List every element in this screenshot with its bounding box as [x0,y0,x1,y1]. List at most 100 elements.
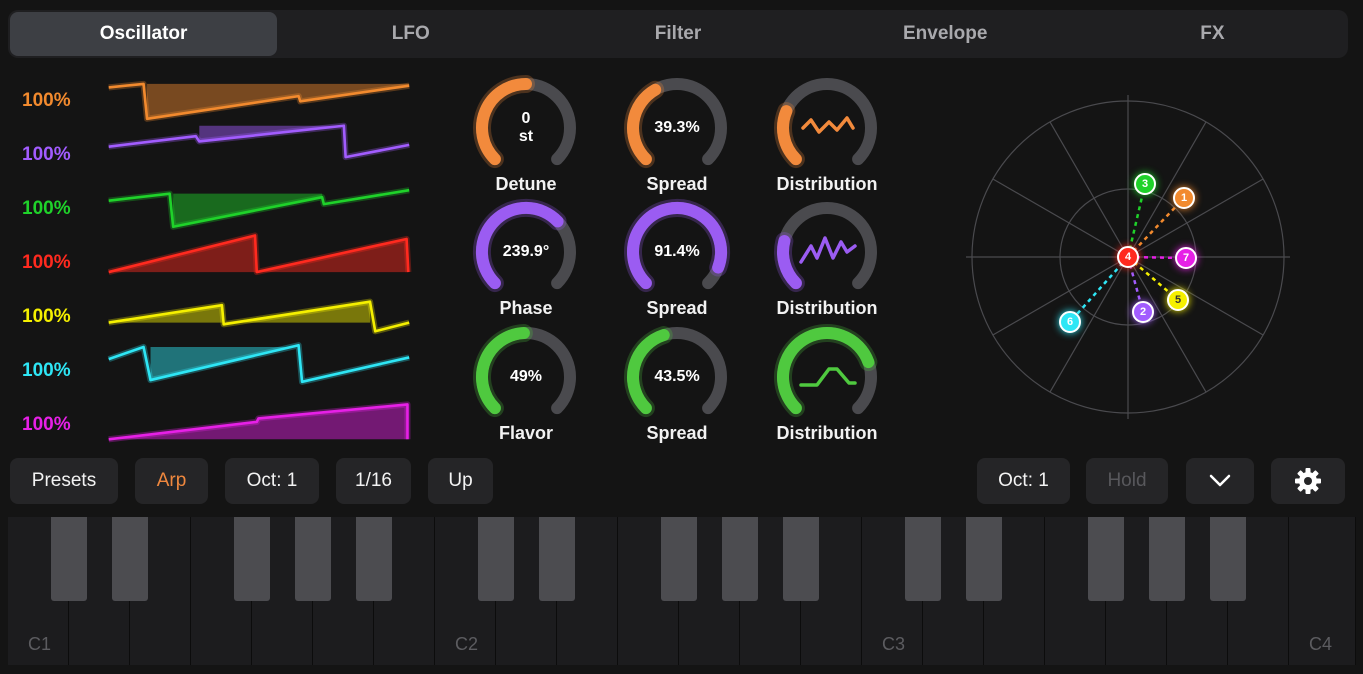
voice-row-2[interactable]: 100% [10,122,450,178]
knob-value: 0st [466,76,586,180]
voice-node-5[interactable]: 5 [1167,289,1189,311]
black-key[interactable] [539,517,575,601]
knob-value [767,200,887,304]
knob-value-text: 239.9° [502,243,550,260]
voice-row-5[interactable]: 100% [10,286,450,340]
knob-value: 239.9° [466,200,586,304]
knob-value-text: 43.5% [654,368,700,385]
knob-distribution-3[interactable]: Distribution [767,76,887,196]
voice-row-3[interactable]: 100% [10,178,450,232]
hold-button[interactable]: Hold [1086,458,1168,504]
voice-node-4[interactable]: 4 [1117,246,1139,268]
voice-level: 100% [22,360,71,381]
knob-spread-5[interactable]: 91.4% Spread [617,199,737,320]
knob-value-text: 39.3% [654,119,700,136]
waveform-icon [108,122,410,161]
waveform-icon [108,80,410,122]
tab-fx[interactable]: FX [1079,12,1346,56]
tab-oscillator[interactable]: Oscillator [10,12,278,56]
knob-value: 91.4% [617,200,737,304]
knob-value [767,76,887,180]
black-key[interactable] [1088,517,1124,601]
knob-value-text: 91.4% [654,243,700,260]
knob-phase-4[interactable]: 239.9° Phase [466,198,586,320]
knob-value-text: 0 [521,110,531,127]
settings-button[interactable] [1271,458,1345,504]
chevron-down-icon [1209,474,1231,487]
octave-label: C2 [455,634,479,654]
knob-flavor-7[interactable]: 49% Flavor [466,324,586,445]
black-key[interactable] [722,517,758,601]
knob-value: 39.3% [617,76,737,180]
piano-keyboard[interactable]: C1 C2 C3 C4 [8,517,1356,665]
arp-octave-button[interactable]: Oct: 1 [225,458,319,504]
knob-spread-8[interactable]: 43.5% Spread [617,325,737,445]
knob-value [767,325,887,429]
knob-label: Spread [646,423,708,443]
voice-node-3[interactable]: 3 [1134,173,1156,195]
tab-filter[interactable]: Filter [544,12,811,56]
tab-bar: Oscillator LFO Filter Envelope FX [8,10,1348,58]
voice-level: 100% [22,198,71,219]
voice-row-4[interactable]: 100% [10,232,450,286]
voice-level: 100% [22,252,71,273]
black-key[interactable] [295,517,331,601]
waveform-icon [107,342,410,385]
tab-lfo[interactable]: LFO [277,12,544,56]
voice-node-2[interactable]: 2 [1132,301,1154,323]
knob-label: Spread [646,298,708,318]
knob-spread-2[interactable]: 39.3% Spread [617,76,737,196]
black-key[interactable] [1149,517,1185,601]
knob-value: 49% [466,325,586,429]
black-key[interactable] [51,517,87,601]
knob-label: Distribution [776,174,878,194]
octave-label: C3 [882,634,906,654]
black-key[interactable] [966,517,1002,601]
knob-distribution-6[interactable]: Distribution [767,200,887,320]
knob-label: Distribution [776,423,878,443]
tab-envelope[interactable]: Envelope [812,12,1079,56]
keyboard-octave-button[interactable]: Oct: 1 [977,458,1070,504]
voice-level: 100% [22,144,71,165]
voice-node-6[interactable]: 6 [1059,311,1081,333]
voice-row-7[interactable]: 100% [10,394,450,448]
arp-direction-button[interactable]: Up [428,458,493,504]
black-key[interactable] [1210,517,1246,601]
waveform-icon [107,232,412,276]
knob-value: 43.5% [617,325,737,429]
voice-level: 100% [22,414,71,435]
black-key[interactable] [234,517,270,601]
knob-label: Spread [646,174,708,194]
voice-row-6[interactable]: 100% [10,340,450,394]
arp-button[interactable]: Arp [135,458,208,504]
knob-label: Phase [499,298,553,318]
voice-waveforms: 100% 100% 100% 100% 100% 100% 100% [10,66,450,446]
knob-label: Distribution [776,298,878,318]
white-key[interactable]: C4 [1289,517,1356,665]
waveform-icon [108,401,411,443]
voice-level: 100% [22,306,71,327]
presets-button[interactable]: Presets [10,458,118,504]
voice-position-polar[interactable]: 1 2 3 4 5 6 7 [960,90,1300,420]
voice-node-1[interactable]: 1 [1173,187,1195,209]
black-key[interactable] [783,517,819,601]
black-key[interactable] [661,517,697,601]
black-key[interactable] [478,517,514,601]
voice-row-1[interactable]: 100% [10,70,450,124]
voice-node-7[interactable]: 7 [1175,247,1197,269]
waveform-icon [108,298,410,335]
knob-distribution-9[interactable]: Distribution [767,324,887,445]
knob-value-text: 49% [509,368,543,385]
knob-detune-1[interactable]: 0st Detune [466,75,586,196]
octave-label: C1 [28,634,52,654]
black-key[interactable] [356,517,392,601]
collapse-button[interactable] [1186,458,1254,504]
knob-unit-text: st [518,128,534,145]
black-key[interactable] [112,517,148,601]
waveform-icon [108,187,410,230]
octave-label: C4 [1309,634,1333,654]
arp-rate-button[interactable]: 1/16 [336,458,411,504]
knob-label: Detune [495,174,557,194]
black-key[interactable] [905,517,941,601]
voice-level: 100% [22,90,71,111]
